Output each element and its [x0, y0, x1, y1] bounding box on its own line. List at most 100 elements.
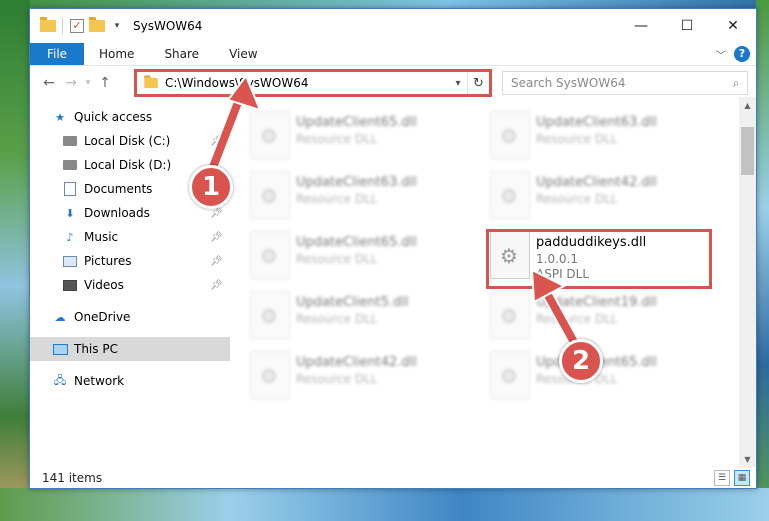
- address-dropdown-icon[interactable]: ▾: [449, 78, 467, 89]
- star-icon: ★: [55, 110, 65, 124]
- sidebar-item-label: Videos: [84, 278, 124, 292]
- file-item[interactable]: UpdateClient42.dll Resource DLL: [490, 171, 720, 227]
- desktop-background-right: [756, 0, 769, 521]
- ribbon-tabs: File Home Share View ﹀ ?: [30, 43, 756, 66]
- file-version: 1.0.0.1: [536, 252, 578, 266]
- sidebar-item-label: This PC: [74, 342, 118, 356]
- scroll-down-icon[interactable]: ▼: [739, 451, 756, 467]
- sidebar-item-label: Music: [84, 230, 119, 244]
- videos-icon: [62, 277, 78, 293]
- sidebar-item-label: Pictures: [84, 254, 132, 268]
- customize-toolbar-icon[interactable]: ▾: [109, 18, 125, 34]
- file-item[interactable]: UpdateClient19.dll Resource DLL: [490, 291, 720, 347]
- details-view-icon[interactable]: ☰: [714, 470, 730, 486]
- status-bar: 141 items ☰ ▦: [30, 467, 756, 489]
- recent-locations-icon[interactable]: ▾: [82, 72, 94, 94]
- file-name: UpdateClient65.dll: [296, 235, 417, 250]
- sidebar-item-label: Quick access: [74, 110, 153, 124]
- file-type: Resource DLL: [536, 132, 618, 146]
- sidebar-item-onedrive[interactable]: ☁ OneDrive: [30, 305, 230, 329]
- search-input[interactable]: Search SysWOW64: [511, 76, 725, 90]
- dll-file-icon: [490, 351, 530, 399]
- file-type: Resource DLL: [296, 192, 378, 206]
- item-count: 141 items: [42, 471, 103, 485]
- sidebar-item-pictures[interactable]: Pictures 📌︎: [30, 249, 230, 273]
- sidebar-item-local-disk-c[interactable]: Local Disk (C:) 📌︎: [30, 129, 230, 153]
- search-box[interactable]: Search SysWOW64 ⌕: [502, 71, 748, 95]
- vertical-scrollbar[interactable]: ▲ ▼: [739, 97, 756, 467]
- tab-home[interactable]: Home: [84, 43, 149, 65]
- help-icon[interactable]: ?: [734, 46, 750, 62]
- navigation-bar: ← → ▾ ↑ C:\Windows\SysWOW64 ▾ ↻ Search S…: [30, 69, 756, 97]
- file-item[interactable]: UpdateClient65.dll Resource DLL: [490, 351, 720, 407]
- maximize-button[interactable]: ☐: [664, 9, 710, 43]
- dll-file-icon: [490, 171, 530, 219]
- close-button[interactable]: ✕: [710, 9, 756, 43]
- forward-arrow-icon[interactable]: →: [60, 72, 82, 94]
- back-arrow-icon[interactable]: ←: [38, 72, 60, 94]
- sidebar-item-label: OneDrive: [74, 310, 131, 324]
- tab-view[interactable]: View: [214, 43, 272, 65]
- pin-icon[interactable]: 📌︎: [210, 208, 223, 219]
- file-type: Resource DLL: [296, 312, 378, 326]
- file-item[interactable]: UpdateClient63.dll Resource DLL: [250, 171, 480, 227]
- file-type: Resource DLL: [536, 312, 618, 326]
- file-list: UpdateClient65.dll Resource DLL UpdateCl…: [240, 105, 740, 465]
- file-item[interactable]: UpdateClient65.dll Resource DLL: [250, 111, 480, 167]
- ribbon-right-controls: ﹀ ?: [716, 46, 750, 62]
- drive-icon: [62, 133, 78, 149]
- file-name: UpdateClient5.dll: [296, 295, 409, 310]
- file-name: UpdateClient42.dll: [536, 175, 657, 190]
- pin-icon[interactable]: 📌︎: [210, 280, 223, 291]
- tab-share[interactable]: Share: [149, 43, 214, 65]
- properties-icon[interactable]: ✓: [69, 18, 85, 34]
- search-icon[interactable]: ⌕: [725, 76, 747, 91]
- file-type: Resource DLL: [536, 192, 618, 206]
- view-switcher: ☰ ▦: [714, 470, 750, 486]
- folder-icon: [144, 75, 158, 89]
- dll-file-icon: [490, 291, 530, 339]
- file-name: UpdateClient63.dll: [296, 175, 417, 190]
- sidebar-item-music[interactable]: ♪ Music 📌︎: [30, 225, 230, 249]
- music-icon: ♪: [66, 230, 74, 244]
- desktop-background-left: [0, 0, 30, 521]
- pictures-icon: [62, 253, 78, 269]
- sidebar-item-label: Downloads: [84, 206, 150, 220]
- expand-ribbon-icon[interactable]: ﹀: [716, 47, 726, 62]
- sidebar-item-network[interactable]: 🖧︎ Network: [30, 369, 230, 393]
- file-name: UpdateClient65.dll: [296, 115, 417, 130]
- file-item[interactable]: UpdateClient42.dll Resource DLL: [250, 351, 480, 407]
- toolbar-divider: [62, 18, 63, 34]
- sidebar-item-label: Network: [74, 374, 125, 388]
- minimize-button[interactable]: —: [618, 9, 664, 43]
- address-bar[interactable]: C:\Windows\SysWOW64 ▾ ↻: [136, 71, 490, 95]
- cloud-icon: ☁: [54, 310, 66, 324]
- quick-access-toolbar: ✓ ▾: [40, 17, 125, 34]
- file-type: ASPI DLL: [536, 267, 590, 281]
- sidebar-item-this-pc[interactable]: This PC: [30, 337, 230, 361]
- pin-icon[interactable]: 📌︎: [210, 256, 223, 267]
- desktop-background-bottom: [0, 488, 769, 521]
- address-path[interactable]: C:\Windows\SysWOW64: [165, 76, 449, 90]
- file-item[interactable]: UpdateClient63.dll Resource DLL: [490, 111, 720, 167]
- sidebar-item-videos[interactable]: Videos 📌︎: [30, 273, 230, 297]
- file-explorer-window: ✓ ▾ SysWOW64 — ☐ ✕ File Home Share View …: [29, 8, 757, 489]
- scroll-thumb[interactable]: [741, 127, 754, 175]
- pin-icon[interactable]: 📌︎: [210, 136, 223, 147]
- refresh-icon[interactable]: ↻: [467, 72, 489, 94]
- file-item-padduddikeys[interactable]: padduddikeys.dll 1.0.0.1 ASPI DLL: [490, 231, 720, 287]
- file-type: Resource DLL: [296, 132, 378, 146]
- drive-icon: [62, 157, 78, 173]
- file-name: UpdateClient42.dll: [296, 355, 417, 370]
- pin-icon[interactable]: 📌︎: [210, 232, 223, 243]
- sidebar-item-label: Documents: [84, 182, 153, 196]
- dll-file-icon: [250, 111, 290, 159]
- up-arrow-icon[interactable]: ↑: [94, 72, 116, 94]
- file-item[interactable]: UpdateClient65.dll Resource DLL: [250, 231, 480, 287]
- tiles-view-icon[interactable]: ▦: [734, 470, 750, 486]
- file-item[interactable]: UpdateClient5.dll Resource DLL: [250, 291, 480, 347]
- sidebar-item-quick-access[interactable]: ★ Quick access: [30, 105, 230, 129]
- scroll-up-icon[interactable]: ▲: [739, 97, 756, 113]
- new-folder-icon[interactable]: [89, 17, 105, 34]
- tab-file[interactable]: File: [30, 43, 84, 65]
